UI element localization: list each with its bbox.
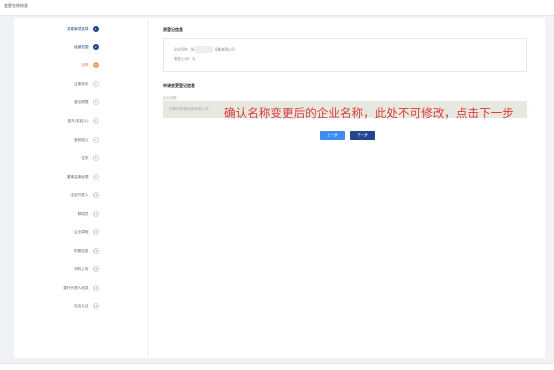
step-label: 名称 bbox=[81, 62, 89, 67]
step-number: 12 bbox=[92, 228, 99, 236]
step-number: 11 bbox=[92, 210, 99, 218]
steps-sidebar: 变更事项选择 1 经营范围 2 名称 3 注册资本 4 营业期限 5 股东(发起… bbox=[14, 18, 148, 358]
step-business-term[interactable]: 营业期限 5 bbox=[74, 97, 99, 107]
step-number: 2 bbox=[92, 43, 99, 51]
step-label: 董事监事经理 bbox=[66, 174, 89, 179]
redacted-block bbox=[195, 46, 214, 53]
step-name[interactable]: 名称 3 bbox=[81, 60, 99, 70]
step-number: 5 bbox=[92, 98, 99, 106]
step-label: 经营范围 bbox=[74, 44, 89, 49]
step-registered-capital[interactable]: 注册资本 4 bbox=[74, 79, 99, 89]
step-number: 16 bbox=[92, 302, 99, 310]
step-label: 附属信息 bbox=[74, 248, 89, 253]
step-real-name-auth[interactable]: 实名认证 16 bbox=[74, 301, 99, 311]
company-name-label: 企业名称 bbox=[163, 96, 177, 100]
apply-info-title: 申请变更登记信息 bbox=[163, 83, 195, 88]
step-label: 材料上传 bbox=[74, 266, 89, 271]
step-shareholders[interactable]: 股东(发起人) 6 bbox=[68, 116, 99, 126]
step-directors[interactable]: 董事监事经理 9 bbox=[67, 172, 99, 182]
original-info-box: 企业名称：如 设备有限公司 类型/公司：无 bbox=[163, 38, 527, 72]
step-number: 8 bbox=[92, 154, 99, 162]
prev-button[interactable]: 上一步 bbox=[320, 131, 345, 140]
step-number: 9 bbox=[92, 173, 99, 181]
annotation-caption: 确认名称变更后的企业名称，此处不可修改，点击下一步 bbox=[224, 106, 514, 120]
step-label: 股权转让 bbox=[74, 137, 89, 142]
step-label: 住所 bbox=[81, 155, 89, 160]
step-agent-info[interactable]: 委托代理人信息 15 bbox=[63, 283, 99, 293]
original-info-title: 原登记信息 bbox=[163, 27, 183, 32]
step-material-upload[interactable]: 材料上传 14 bbox=[74, 264, 99, 274]
step-business-scope[interactable]: 经营范围 2 bbox=[74, 42, 99, 52]
step-number: 10 bbox=[92, 191, 99, 199]
main-panel: 原登记信息 企业名称：如 设备有限公司 类型/公司：无 申请变更登记信息 企业名称… bbox=[149, 18, 545, 358]
step-change-item-select[interactable]: 变更事项选择 1 bbox=[67, 24, 99, 34]
step-number: 1 bbox=[92, 25, 99, 33]
step-label: 营业期限 bbox=[74, 99, 89, 104]
step-number: 3 bbox=[92, 61, 99, 69]
step-number: 7 bbox=[92, 136, 99, 144]
step-label: 委托代理人信息 bbox=[63, 285, 89, 290]
step-number: 13 bbox=[92, 247, 99, 255]
top-bar: 变更名称核准 bbox=[0, 0, 554, 16]
step-residence[interactable]: 住所 8 bbox=[81, 153, 99, 163]
step-liaison[interactable]: 联络员 11 bbox=[78, 209, 99, 219]
step-equity-transfer[interactable]: 股权转让 7 bbox=[74, 135, 99, 145]
window-title: 变更名称核准 bbox=[4, 3, 28, 8]
field-marker: · bbox=[535, 107, 537, 112]
step-label: 企业章程 bbox=[74, 229, 89, 234]
step-label: 股东(发起人) bbox=[67, 118, 89, 123]
next-button[interactable]: 下一步 bbox=[350, 131, 375, 140]
original-name-label: 企业名称：如 bbox=[174, 47, 195, 52]
original-type-row: 类型/公司：无 bbox=[174, 57, 196, 61]
step-number: 4 bbox=[92, 80, 99, 88]
original-name-suffix: 设备有限公司 bbox=[214, 47, 235, 52]
step-legal-representative[interactable]: 法定代表人 10 bbox=[71, 190, 99, 200]
step-label: 实名认证 bbox=[74, 303, 89, 308]
original-name-row: 企业名称：如 设备有限公司 bbox=[174, 46, 235, 53]
step-label: 联络员 bbox=[77, 211, 89, 216]
step-number: 15 bbox=[92, 284, 99, 292]
step-additional-info[interactable]: 附属信息 13 bbox=[74, 246, 99, 256]
step-label: 变更事项选择 bbox=[66, 26, 89, 31]
step-number: 6 bbox=[92, 117, 99, 125]
step-number: 14 bbox=[92, 265, 99, 273]
step-label: 法定代表人 bbox=[70, 192, 89, 197]
step-label: 注册资本 bbox=[74, 81, 89, 86]
step-articles[interactable]: 企业章程 12 bbox=[74, 227, 99, 237]
